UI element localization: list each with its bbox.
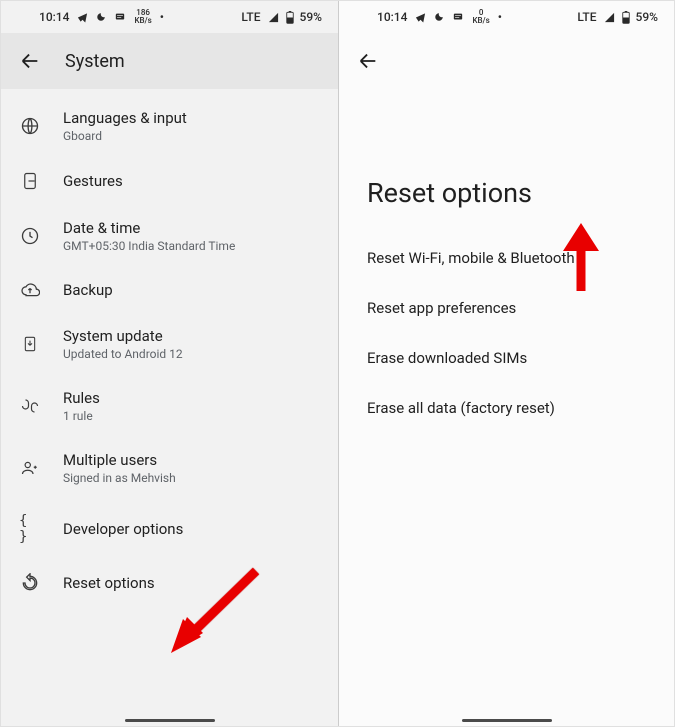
battery-icon [286, 11, 294, 24]
dev-icon: { } [19, 513, 41, 545]
rules-icon [19, 397, 41, 415]
back-button[interactable] [19, 50, 41, 72]
row-multiple-users[interactable]: Multiple users Signed in as Mehvish [1, 437, 338, 499]
row-title: Date & time [63, 219, 235, 237]
status-time: 10:14 [39, 10, 69, 24]
page-title: Reset options [339, 89, 674, 233]
settings-list: Languages & input Gboard Gestures Date &… [1, 89, 338, 607]
gesture-icon [19, 171, 41, 191]
row-developer-options[interactable]: { } Developer options [1, 499, 338, 559]
kbs-indicator: 0KB/s [472, 9, 489, 25]
dot-icon: • [160, 10, 164, 24]
reset-icon [19, 573, 41, 593]
appbar: System [1, 33, 338, 89]
moon-icon [96, 12, 106, 22]
signal-icon [267, 12, 280, 23]
row-title: Rules [63, 389, 100, 407]
row-title: Multiple users [63, 451, 176, 469]
update-icon [19, 333, 41, 355]
telegram-icon [415, 12, 426, 23]
reset-options-list: Reset Wi-Fi, mobile & Bluetooth Reset ap… [339, 233, 674, 433]
reset-options-screen: 10:14 0KB/s • LTE 59% Reset options Rese… [339, 1, 674, 726]
row-backup[interactable]: Backup [1, 267, 338, 313]
network-label: LTE [241, 10, 260, 24]
backup-icon [19, 282, 41, 298]
battery-icon [622, 11, 630, 24]
row-date-time[interactable]: Date & time GMT+05:30 India Standard Tim… [1, 205, 338, 267]
message-icon [452, 12, 464, 22]
battery-percent: 59% [300, 10, 322, 24]
back-button[interactable] [357, 50, 379, 72]
nav-indicator[interactable] [125, 719, 215, 722]
system-settings-screen: 10:14 186KB/s • LTE 59% System Languages… [1, 1, 338, 726]
message-icon [114, 12, 126, 22]
row-subtitle: Updated to Android 12 [63, 347, 183, 361]
network-label: LTE [577, 10, 596, 24]
row-title: Backup [63, 281, 113, 299]
status-bar: 10:14 186KB/s • LTE 59% [1, 1, 338, 33]
row-system-update[interactable]: System update Updated to Android 12 [1, 313, 338, 375]
row-title: Developer options [63, 520, 183, 538]
row-title: Reset options [63, 574, 155, 592]
row-subtitle: GMT+05:30 India Standard Time [63, 239, 235, 253]
option-reset-wifi[interactable]: Reset Wi-Fi, mobile & Bluetooth [367, 233, 646, 283]
clock-icon [19, 226, 41, 246]
dot-icon: • [498, 10, 502, 24]
status-time: 10:14 [377, 10, 407, 24]
row-title: Languages & input [63, 109, 187, 127]
battery-percent: 59% [636, 10, 658, 24]
telegram-icon [77, 12, 88, 23]
row-rules[interactable]: Rules 1 rule [1, 375, 338, 437]
row-languages-input[interactable]: Languages & input Gboard [1, 95, 338, 157]
row-subtitle: Signed in as Mehvish [63, 471, 176, 485]
users-icon [19, 459, 41, 477]
globe-icon [19, 116, 41, 136]
kbs-indicator: 186KB/s [134, 9, 151, 25]
status-bar: 10:14 0KB/s • LTE 59% [339, 1, 674, 33]
row-gestures[interactable]: Gestures [1, 157, 338, 205]
moon-icon [434, 12, 444, 22]
appbar [339, 33, 674, 89]
row-subtitle: Gboard [63, 129, 187, 143]
appbar-title: System [65, 51, 125, 72]
option-reset-app-prefs[interactable]: Reset app preferences [367, 283, 646, 333]
row-subtitle: 1 rule [63, 409, 100, 423]
nav-indicator[interactable] [462, 719, 552, 722]
row-title: System update [63, 327, 183, 345]
row-reset-options[interactable]: Reset options [1, 559, 338, 607]
signal-icon [603, 12, 616, 23]
row-title: Gestures [63, 172, 123, 190]
option-erase-sims[interactable]: Erase downloaded SIMs [367, 333, 646, 383]
option-erase-all-data[interactable]: Erase all data (factory reset) [367, 383, 646, 433]
